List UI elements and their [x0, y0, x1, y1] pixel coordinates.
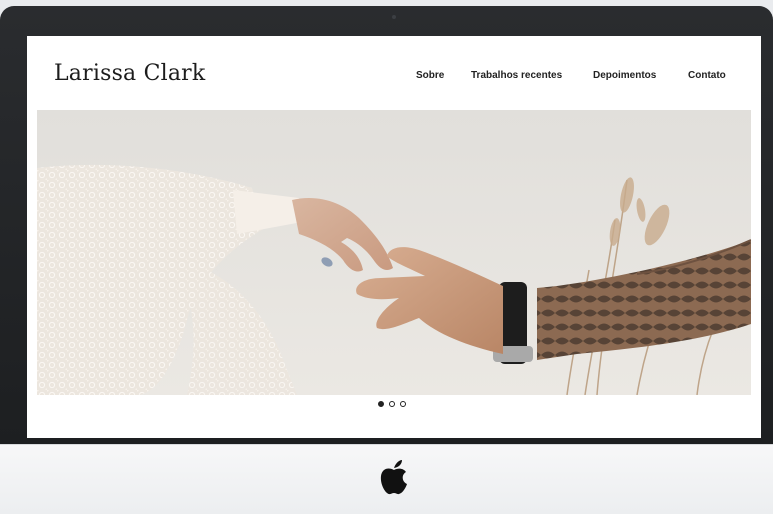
nav-link-contato[interactable]: Contato	[688, 70, 726, 81]
nav-link-depoimentos[interactable]: Depoimentos	[593, 70, 656, 81]
carousel-dot-1[interactable]	[378, 401, 384, 407]
carousel-dot-3[interactable]	[400, 401, 406, 407]
hero-slide-image	[37, 110, 751, 395]
camera-icon	[392, 15, 396, 19]
apple-logo-icon	[380, 460, 407, 495]
monitor-bezel: Larissa Clark Sobre Trabalhos recentes D…	[0, 6, 773, 444]
site-brand-logo[interactable]: Larissa Clark	[54, 61, 205, 86]
website-screen: Larissa Clark Sobre Trabalhos recentes D…	[27, 36, 761, 438]
carousel-dot-2[interactable]	[389, 401, 395, 407]
nav-link-trabalhos-recentes[interactable]: Trabalhos recentes	[471, 70, 562, 81]
nav-link-sobre[interactable]: Sobre	[416, 70, 444, 81]
